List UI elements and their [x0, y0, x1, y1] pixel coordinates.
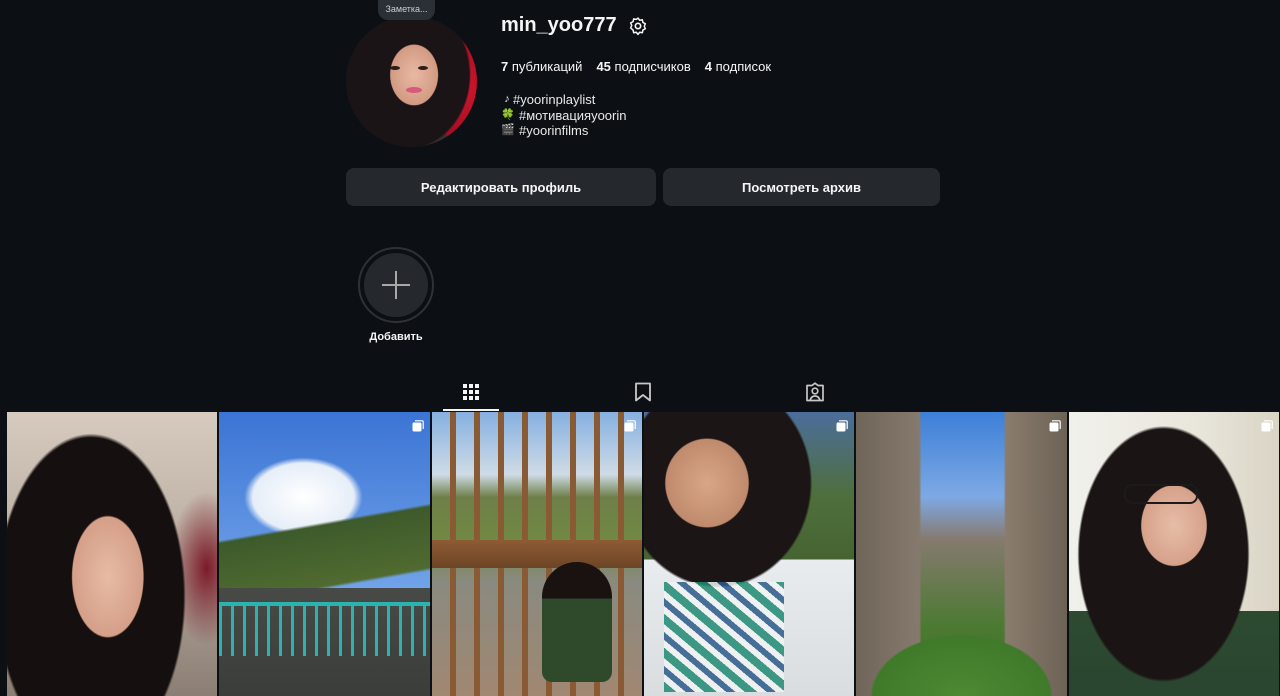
add-highlight-circle: [364, 253, 428, 317]
post-selfie-glasses[interactable]: [1068, 412, 1279, 696]
railing: [219, 602, 430, 656]
person-figure: [541, 562, 612, 682]
gear-icon[interactable]: [628, 16, 648, 36]
posts-label: публикаций: [511, 59, 583, 74]
multiple-photos-icon: [624, 420, 636, 432]
plus-icon: [382, 271, 410, 299]
tagged-user-icon: [806, 382, 824, 402]
add-highlight-button[interactable]: [358, 247, 434, 323]
grid-icon: [463, 384, 479, 400]
following-label: подписок: [715, 59, 772, 74]
followers-count: 45: [596, 59, 611, 74]
following-count: 4: [704, 59, 712, 74]
profile-username: min_yoo777: [501, 14, 617, 36]
add-highlight-label: Добавить: [369, 331, 423, 343]
edit-profile-button[interactable]: Редактировать профиль: [346, 168, 656, 206]
clapperboard-icon: 🎬: [501, 124, 515, 136]
post-mountain-railing[interactable]: [219, 412, 430, 696]
followers-stat[interactable]: 45 подписчиков: [596, 59, 690, 74]
bookmark-icon: [635, 382, 651, 402]
following-stat[interactable]: 4 подписок: [705, 59, 771, 74]
active-tab-indicator: [443, 409, 499, 411]
posts-grid: [7, 412, 1279, 696]
post-balcony-chair[interactable]: [431, 412, 642, 696]
bio-hashtag[interactable]: #yoorinfilms: [519, 123, 588, 139]
bio-line: 🎬 #yoorinfilms: [501, 123, 626, 139]
avatar-eye-left: [390, 66, 400, 70]
avatar-lips: [406, 87, 422, 93]
view-archive-button[interactable]: Посмотреть архив: [663, 168, 940, 206]
followers-label: подписчиков: [614, 59, 691, 74]
profile-avatar[interactable]: [346, 16, 477, 147]
posts-stat: 7 публикаций: [501, 59, 582, 74]
bio-line: 🍀 #мотивацияyoorin: [501, 108, 626, 124]
tab-posts[interactable]: [456, 377, 486, 407]
post-selfie-1[interactable]: [7, 412, 218, 696]
clover-icon: 🍀: [501, 108, 515, 121]
bio-hashtag[interactable]: #yoorinplaylist: [513, 92, 595, 108]
multiple-photos-icon: [1261, 420, 1273, 432]
tab-saved[interactable]: [628, 377, 658, 407]
profile-stats: 7 публикаций 45 подписчиков 4 подписок: [501, 59, 771, 74]
leaf-print-shirt: [663, 582, 784, 692]
post-selfie-sunglasses[interactable]: [643, 412, 855, 696]
eyeglasses: [1123, 484, 1198, 504]
multiple-photos-icon: [412, 420, 424, 432]
posts-count: 7: [501, 59, 509, 74]
profile-bio: ♪ #yoorinplaylist 🍀 #мотивацияyoorin 🎬 #…: [501, 92, 626, 139]
note-bubble[interactable]: Заметка...: [378, 0, 435, 20]
tab-tagged[interactable]: [800, 377, 830, 407]
bio-line: ♪ #yoorinplaylist: [501, 92, 626, 108]
multiple-photos-icon: [836, 420, 849, 432]
multiple-photos-icon: [1049, 420, 1061, 432]
avatar-eye-right: [418, 66, 428, 70]
bio-hashtag[interactable]: #мотивацияyoorin: [519, 108, 626, 124]
post-canyon[interactable]: [856, 412, 1067, 696]
music-note-icon: ♪: [504, 93, 510, 105]
